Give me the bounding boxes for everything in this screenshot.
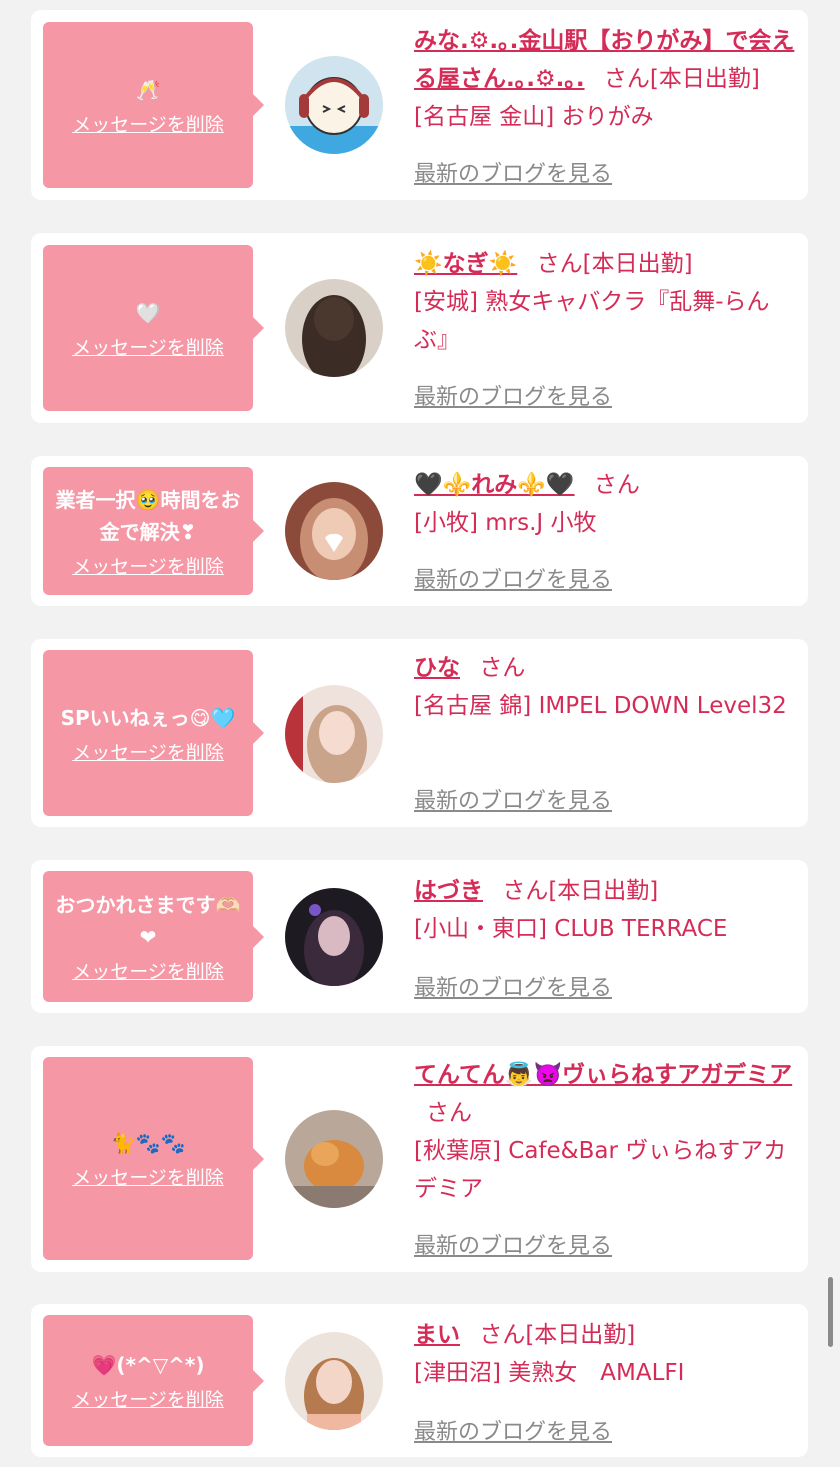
delete-message-link[interactable]: メッセージを削除 [72,1163,224,1190]
delete-message-link[interactable]: メッセージを削除 [72,110,224,137]
honorific: さん [426,1100,472,1126]
message-text: おつかれさまです🫶🏻❤ [55,893,241,949]
avatar[interactable] [285,1332,383,1430]
latest-blog-link[interactable]: 最新のブログを見る [414,379,612,411]
message-text: 🐈🐾🐾 [110,1131,186,1155]
cast-name-link[interactable]: ひな [414,655,460,681]
message-card: 🤍 メッセージを削除 ☀️なぎ☀️ さん[本日出勤] [安城] 熟女キャバクラ『… [31,233,808,423]
avatar[interactable] [285,685,383,783]
message-bubble: SPいいねぇっ😋🩵 メッセージを削除 [43,650,264,816]
latest-blog-link[interactable]: 最新のブログを見る [414,783,612,815]
message-card: 🥂 メッセージを削除 みな.⚙.｡.金山駅【おりがみ】で会える屋さん.｡.⚙.｡… [31,10,808,200]
message-bubble: 🥂 メッセージを削除 [43,22,264,188]
message-card: おつかれさまです🫶🏻❤ メッセージを削除 はづき さん[本日出勤] [小山・東口… [31,860,808,1013]
avatar[interactable] [285,482,383,580]
attendance-badge: [本日出勤] [525,1322,636,1348]
message-text: 🤍 [135,300,161,325]
cast-name-link[interactable]: 🖤⚜️れみ⚜️🖤 [414,472,575,498]
scrollbar-thumb[interactable] [828,1277,833,1347]
honorific: さん [536,251,583,277]
cast-info: てんてん👼👿ヴぃらねすアガデミア さん [秋葉原] Cafe&Bar ヴぃらねす… [414,1056,798,1208]
delete-message-link[interactable]: メッセージを削除 [72,1385,224,1412]
message-card: 💗(*^▽^*) メッセージを削除 まい さん[本日出勤] [津田沼] 美熟女 … [31,1304,808,1457]
honorific: さん [479,1322,526,1348]
cast-info: 🖤⚜️れみ⚜️🖤 さん [小牧] mrs.J 小牧 [414,466,798,542]
cast-name-link[interactable]: まい [414,1322,460,1348]
honorific: さん [479,655,526,681]
message-bubble: おつかれさまです🫶🏻❤ メッセージを削除 [43,871,264,1002]
message-text: SPいいねぇっ😋🩵 [60,705,236,730]
honorific: さん [502,878,549,904]
cast-info: ☀️なぎ☀️ さん[本日出勤] [安城] 熟女キャバクラ『乱舞-らんぶ』 [414,245,798,359]
delete-message-link[interactable]: メッセージを削除 [72,738,224,765]
latest-blog-link[interactable]: 最新のブログを見る [414,156,612,188]
shop-name: [小牧] mrs.J 小牧 [414,510,597,536]
message-text: 業者一択🥹時間をお金で解決❣ [55,487,241,544]
cast-info: まい さん[本日出勤] [津田沼] 美熟女 AMALFI [414,1316,798,1392]
message-bubble: 🤍 メッセージを削除 [43,245,264,411]
avatar[interactable] [285,1110,383,1208]
honorific: さん [593,472,640,498]
message-bubble: 業者一択🥹時間をお金で解決❣ メッセージを削除 [43,467,264,595]
avatar[interactable] [285,888,383,986]
message-text: 💗(*^▽^*) [91,1353,205,1377]
shop-name: [安城] 熟女キャバクラ『乱舞-らんぶ』 [414,289,770,353]
shop-name: [秋葉原] Cafe&Bar ヴぃらねすアカデミア [414,1138,787,1202]
shop-name: [名古屋 錦] IMPEL DOWN Level32 [414,693,787,719]
cast-name-link[interactable]: はづき [414,878,483,904]
avatar[interactable] [285,56,383,154]
latest-blog-link[interactable]: 最新のブログを見る [414,1414,612,1446]
cast-name-link[interactable]: ☀️なぎ☀️ [414,251,517,277]
cast-info: はづき さん[本日出勤] [小山・東口] CLUB TERRACE [414,872,798,948]
cast-info: ひな さん [名古屋 錦] IMPEL DOWN Level32 [414,649,798,725]
avatar[interactable] [285,279,383,377]
message-bubble: 🐈🐾🐾 メッセージを削除 [43,1057,264,1260]
message-text: 🥂 [135,77,161,102]
message-card: 🐈🐾🐾 メッセージを削除 てんてん👼👿ヴぃらねすアガデミア さん [秋葉原] C… [31,1046,808,1272]
cast-info: みな.⚙.｡.金山駅【おりがみ】で会える屋さん.｡.⚙.｡. さん[本日出勤] … [414,22,798,136]
message-card: SPいいねぇっ😋🩵 メッセージを削除 ひな さん [名古屋 錦] IMPEL D… [31,639,808,827]
shop-name: [名古屋 金山] おりがみ [414,104,654,130]
latest-blog-link[interactable]: 最新のブログを見る [414,562,612,594]
attendance-badge: [本日出勤] [649,66,760,92]
latest-blog-link[interactable]: 最新のブログを見る [414,970,612,1002]
message-card: 業者一択🥹時間をお金で解決❣ メッセージを削除 🖤⚜️れみ⚜️🖤 さん [小牧]… [31,456,808,606]
attendance-badge: [本日出勤] [548,878,659,904]
shop-name: [津田沼] 美熟女 AMALFI [414,1360,685,1386]
shop-name: [小山・東口] CLUB TERRACE [414,916,728,942]
delete-message-link[interactable]: メッセージを削除 [72,552,224,579]
message-bubble: 💗(*^▽^*) メッセージを削除 [43,1315,264,1446]
cast-name-link[interactable]: てんてん👼👿ヴぃらねすアガデミア [414,1062,792,1088]
latest-blog-link[interactable]: 最新のブログを見る [414,1228,612,1260]
attendance-badge: [本日出勤] [582,251,693,277]
delete-message-link[interactable]: メッセージを削除 [72,333,224,360]
honorific: さん [603,66,650,92]
delete-message-link[interactable]: メッセージを削除 [72,957,224,984]
